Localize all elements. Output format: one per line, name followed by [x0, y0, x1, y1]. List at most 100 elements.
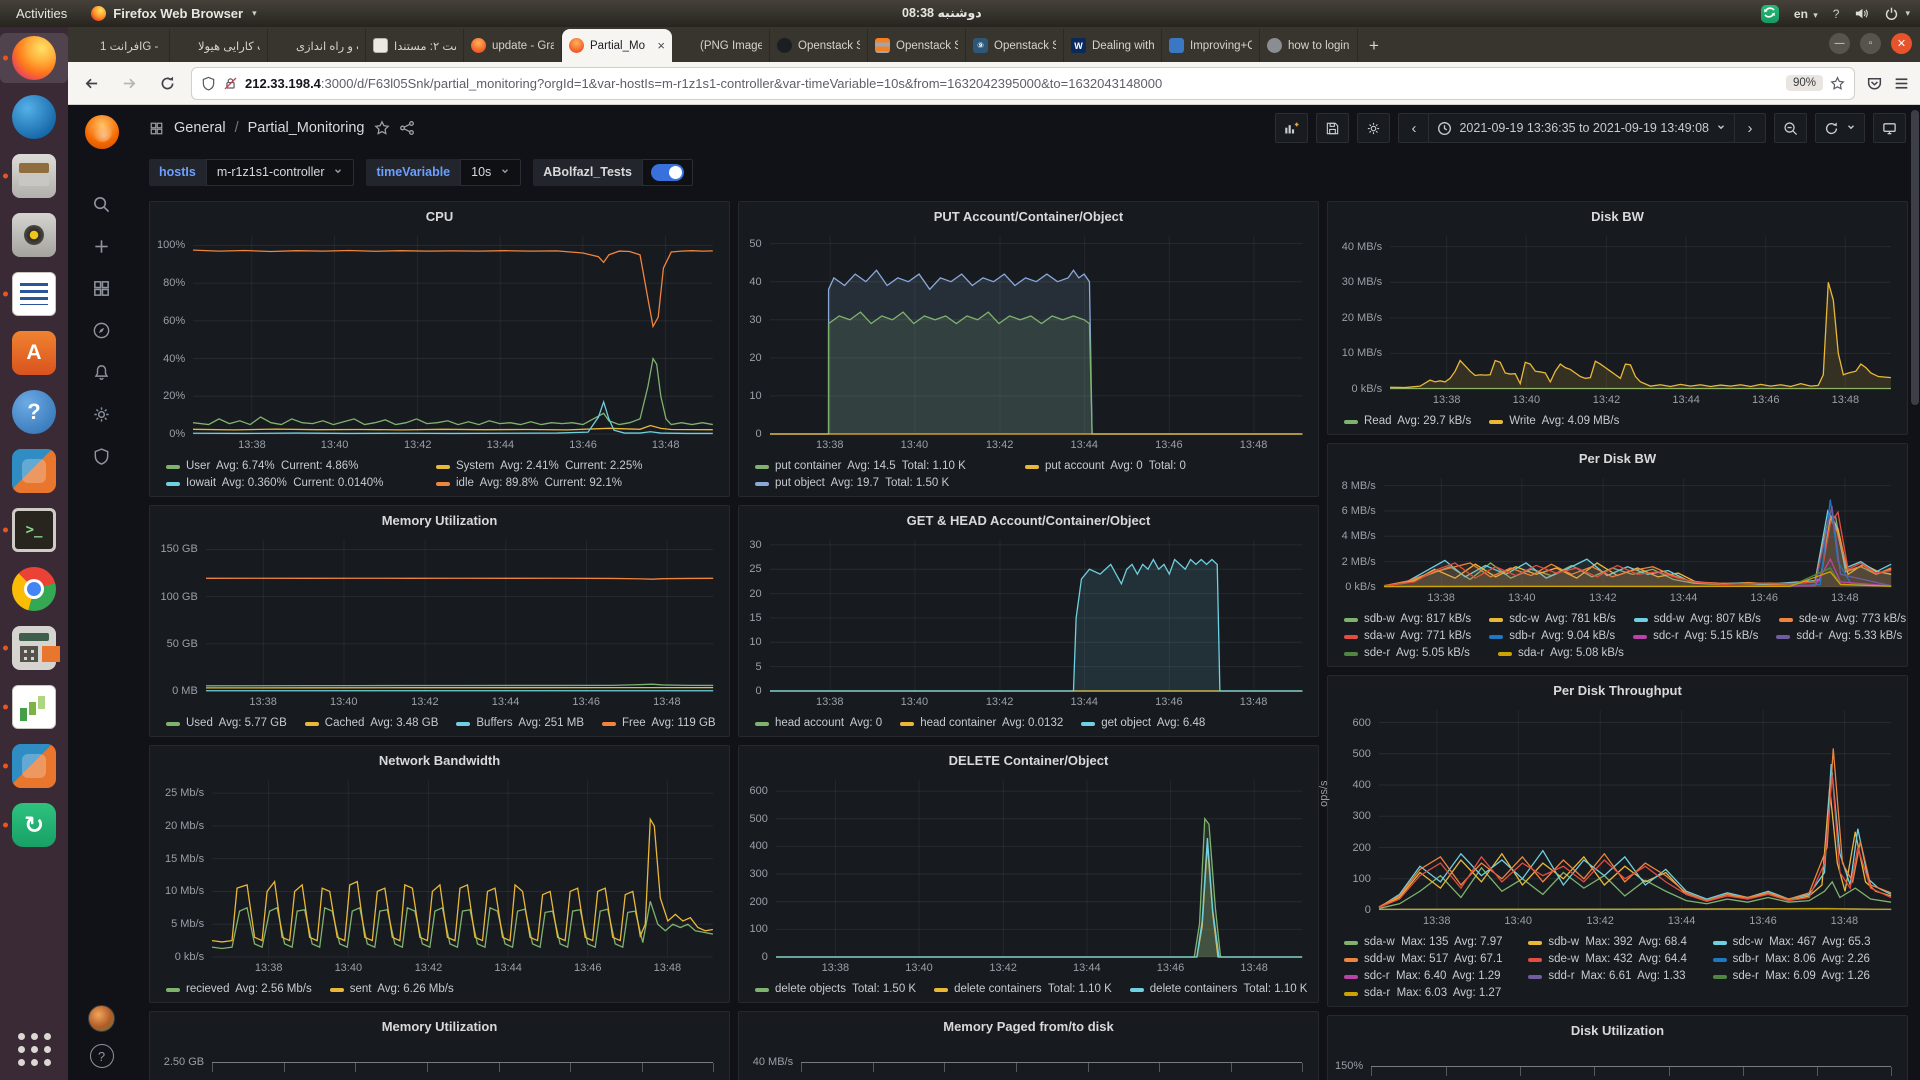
legend-item[interactable]: sda-w Max: 135 Avg: 7.97 — [1344, 934, 1510, 951]
minimize-button[interactable]: — — [1829, 33, 1850, 54]
legend-item[interactable]: sdd-r Max: 6.61 Avg: 1.33 — [1528, 968, 1694, 985]
sidebar-settings-icon[interactable] — [80, 393, 124, 435]
legend-item[interactable]: User Avg: 6.74% Current: 4.86% — [166, 458, 418, 475]
browser-tab[interactable]: update - Graf — [464, 29, 562, 62]
browser-tab[interactable]: ⑨Openstack Sv — [966, 29, 1064, 62]
zoom-level-badge[interactable]: 90% — [1786, 75, 1823, 91]
dock-item-media[interactable] — [0, 210, 68, 260]
url-bar[interactable]: 212.33.198.4:3000/d/F63l05Snk/partial_mo… — [192, 68, 1854, 99]
legend-item[interactable]: sdb-r Avg: 9.04 kB/s — [1489, 628, 1615, 645]
panel-title[interactable]: Memory Utilization — [150, 509, 729, 532]
sidebar-explore-icon[interactable] — [80, 309, 124, 351]
legend-item[interactable]: sda-w Avg: 771 kB/s — [1344, 628, 1471, 645]
language-indicator[interactable]: en ▾ — [1794, 7, 1818, 21]
save-dashboard-button[interactable] — [1316, 113, 1349, 143]
dashboard-settings-button[interactable] — [1357, 113, 1390, 143]
zoom-out-time-button[interactable] — [1774, 113, 1807, 143]
grafana-help-icon[interactable]: ? — [90, 1044, 114, 1068]
sync-tray-icon[interactable] — [1761, 5, 1779, 23]
sidebar-dashboards-icon[interactable] — [80, 267, 124, 309]
browser-tab[interactable]: Improving+O — [1162, 29, 1260, 62]
breadcrumb-section[interactable]: General — [174, 120, 226, 136]
legend-item[interactable]: Free Avg: 119 GB — [602, 715, 716, 732]
back-button[interactable] — [78, 70, 104, 96]
url-text[interactable]: 212.33.198.4:3000/d/F63l05Snk/partial_mo… — [245, 76, 1779, 91]
grafana-logo[interactable] — [85, 115, 119, 149]
legend-item[interactable]: System Avg: 2.41% Current: 2.25% — [436, 458, 688, 475]
legend-item[interactable]: sde-r Max: 6.09 Avg: 1.26 — [1713, 968, 1879, 985]
show-applications-button[interactable] — [0, 1030, 68, 1080]
share-icon[interactable] — [399, 120, 415, 136]
legend-item[interactable]: delete containers Total: 1.10 K — [1130, 981, 1308, 998]
browser-tab[interactable]: Openstack Sv — [868, 29, 966, 62]
legend-item[interactable]: Cached Avg: 3.48 GB — [305, 715, 439, 732]
tv-mode-button[interactable] — [1873, 113, 1906, 143]
maximize-button[interactable]: ▫ — [1860, 33, 1881, 54]
dock-item-vmware[interactable] — [0, 741, 68, 791]
panel-title[interactable]: Network Bandwidth — [150, 749, 729, 772]
time-shift-forward-button[interactable]: › — [1735, 113, 1766, 143]
legend-item[interactable]: idle Avg: 89.8% Current: 92.1% — [436, 475, 688, 492]
favorite-star-icon[interactable] — [374, 120, 390, 136]
legend-item[interactable]: sdc-w Max: 467 Avg: 65.3 — [1713, 934, 1879, 951]
legend-item[interactable]: put object Avg: 19.7 Total: 1.50 K — [755, 475, 1007, 492]
plot-area[interactable]: 0%20%40%60%80%100%13:3813:4013:4213:4413… — [193, 236, 713, 434]
legend-item[interactable]: sdb-r Max: 8.06 Avg: 2.26 — [1713, 951, 1879, 968]
tab-close-button[interactable]: × — [657, 38, 665, 53]
legend-item[interactable]: put container Avg: 14.5 Total: 1.10 K — [755, 458, 1007, 475]
reload-button[interactable] — [154, 70, 180, 96]
variable-value-dropdown[interactable]: 10s — [460, 159, 521, 186]
plot-area[interactable]: 05101520253013:3813:4013:4213:4413:4613:… — [770, 540, 1302, 691]
legend-item[interactable]: sdd-w Avg: 807 kB/s — [1634, 611, 1761, 628]
add-panel-button[interactable] — [1275, 113, 1308, 143]
legend-item[interactable]: get object Avg: 6.48 — [1081, 715, 1205, 732]
scrollbar-thumb[interactable] — [1911, 110, 1919, 405]
panel-title[interactable]: Per Disk Throughput — [1328, 679, 1907, 702]
legend-item[interactable]: Buffers Avg: 251 MB — [456, 715, 584, 732]
sidebar-security-icon[interactable] — [80, 435, 124, 477]
legend-item[interactable]: sdc-r Max: 6.40 Avg: 1.29 — [1344, 968, 1510, 985]
time-shift-back-button[interactable]: ‹ — [1398, 113, 1429, 143]
user-avatar[interactable] — [88, 1005, 115, 1032]
plot-area[interactable]: 0 kB/s10 MB/s20 MB/s30 MB/s40 MB/s13:381… — [1390, 236, 1891, 389]
legend-item[interactable]: sda-r Max: 6.03 Avg: 1.27 — [1344, 985, 1516, 1002]
plot-area[interactable]: 0 kB/s2 MB/s4 MB/s6 MB/s8 MB/s13:3813:40… — [1384, 478, 1891, 587]
legend-item[interactable]: sdd-r Avg: 5.33 kB/s — [1776, 628, 1902, 645]
legend-item[interactable]: sdb-w Avg: 817 kB/s — [1344, 611, 1471, 628]
legend-item[interactable]: Write Avg: 4.09 MB/s — [1489, 413, 1619, 430]
browser-tab[interactable]: تست کارایی هیولا — [170, 29, 268, 62]
plot-area[interactable]: 0 MB50 GB100 GB150 GB13:3813:4013:4213:4… — [206, 540, 713, 691]
legend-item[interactable]: head container Avg: 0.0132 — [900, 715, 1063, 732]
help-tray-icon[interactable]: ? — [1833, 7, 1840, 21]
legend-item[interactable]: Read Avg: 29.7 kB/s — [1344, 413, 1471, 430]
panel-title[interactable]: Memory Utilization — [150, 1015, 729, 1038]
browser-tab-active[interactable]: Partial_Mo× — [562, 29, 672, 62]
tracking-shield-icon[interactable] — [201, 76, 216, 91]
dock-item-firefox[interactable] — [0, 33, 68, 83]
dock-item-help[interactable]: ? — [0, 387, 68, 437]
dock-item-archive[interactable] — [0, 151, 68, 201]
time-range-picker[interactable]: 2021-09-19 13:36:35 to 2021-09-19 13:49:… — [1429, 113, 1735, 143]
pocket-icon[interactable] — [1866, 75, 1883, 92]
dock-item-sync[interactable]: ↻ — [0, 800, 68, 850]
plot-area[interactable]: 010020030040050060013:3813:4013:4213:441… — [1379, 710, 1891, 910]
plot-area[interactable]: 2.50 GB — [212, 1046, 713, 1080]
legend-item[interactable]: Iowait Avg: 0.360% Current: 0.0140% — [166, 475, 418, 492]
sidebar-search-icon[interactable] — [80, 183, 124, 225]
legend-item[interactable]: sde-w Max: 432 Avg: 64.4 — [1528, 951, 1694, 968]
legend-item[interactable]: sdd-w Max: 517 Avg: 67.1 — [1344, 951, 1510, 968]
legend-item[interactable]: sdb-w Max: 392 Avg: 68.4 — [1528, 934, 1694, 951]
legend-item[interactable]: delete containers Total: 1.10 K — [934, 981, 1112, 998]
variable-toggle[interactable] — [642, 159, 693, 186]
breadcrumb-page[interactable]: Partial_Monitoring — [248, 120, 365, 136]
legend-item[interactable]: recieved Avg: 2.56 Mb/s — [166, 981, 312, 998]
panel-title[interactable]: PUT Account/Container/Object — [739, 205, 1318, 228]
app-menu[interactable]: Firefox Web Browser ▾ — [91, 6, 256, 21]
dock-item-thunderbird[interactable] — [0, 92, 68, 142]
panel-title[interactable]: DELETE Container/Object — [739, 749, 1318, 772]
legend-item[interactable]: Used Avg: 5.77 GB — [166, 715, 287, 732]
legend-item[interactable]: delete objects Total: 1.50 K — [755, 981, 916, 998]
menu-icon[interactable] — [1893, 75, 1910, 92]
legend-item[interactable]: head account Avg: 0 — [755, 715, 882, 732]
legend-item[interactable]: sde-w Avg: 773 kB/s — [1779, 611, 1906, 628]
